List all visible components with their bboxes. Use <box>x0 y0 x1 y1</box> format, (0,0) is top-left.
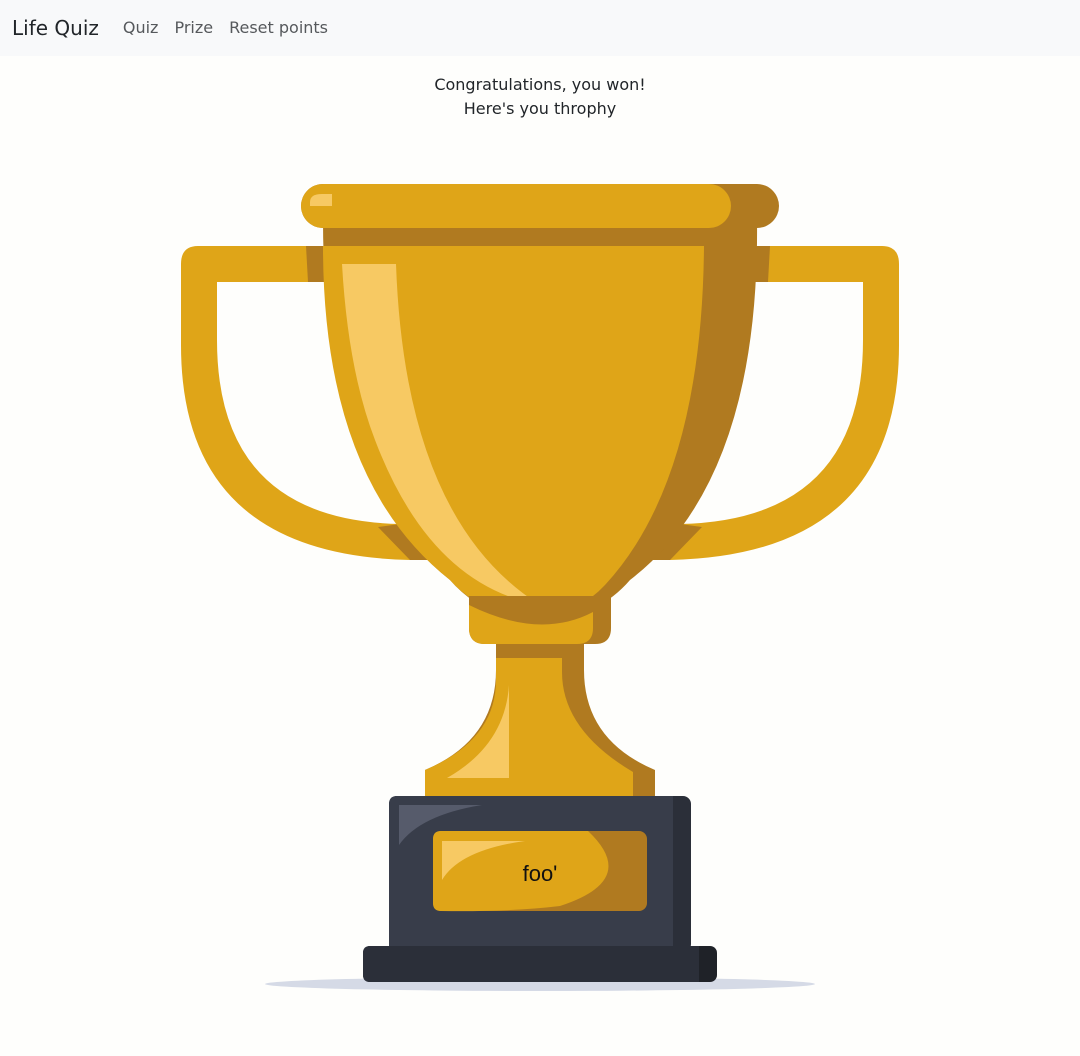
trophy-illustration: foo' <box>0 128 1080 1008</box>
main-content: Congratulations, you won! Here's you thr… <box>0 73 1080 991</box>
nav-link-reset-points[interactable]: Reset points <box>229 20 328 36</box>
nav-link-quiz[interactable]: Quiz <box>123 20 159 36</box>
plaque-text: foo' <box>523 861 558 886</box>
pedestal <box>363 946 699 982</box>
message-line-2: Here's you throphy <box>463 99 617 118</box>
message-line-1: Congratulations, you won! <box>434 75 646 94</box>
navbar: Life Quiz Quiz Prize Reset points <box>0 0 1080 56</box>
rim <box>301 184 731 228</box>
congratulations-message: Congratulations, you won! Here's you thr… <box>0 73 1080 121</box>
trophy-icon: foo' <box>181 184 899 991</box>
nav-link-prize[interactable]: Prize <box>174 20 213 36</box>
brand-link[interactable]: Life Quiz <box>12 18 99 38</box>
